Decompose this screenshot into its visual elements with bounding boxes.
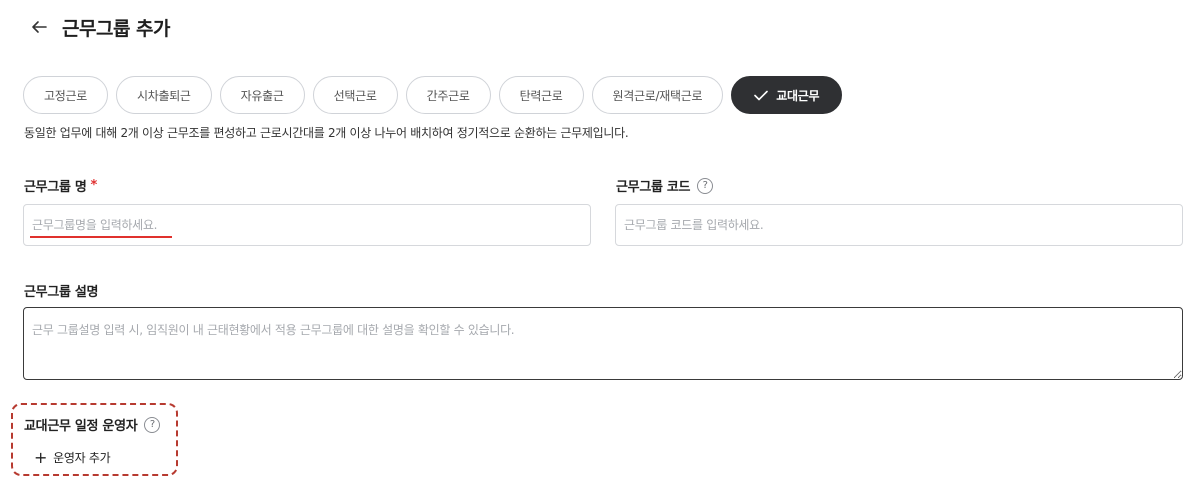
- tab-label: 교대근무: [776, 88, 820, 103]
- back-button[interactable]: [28, 16, 50, 38]
- tab-label: 탄력근로: [519, 88, 563, 103]
- group-code-label-text: 근무그룹 코드: [616, 180, 691, 195]
- operators-label: 교대근무 일정 운영자 ?: [24, 415, 161, 434]
- group-name-input[interactable]: [23, 204, 591, 246]
- group-name-label-text: 근무그룹 명: [24, 180, 87, 195]
- tab-label: 자유출근: [240, 88, 284, 103]
- tab-label: 선택근로: [333, 88, 377, 103]
- plus-icon: +: [34, 447, 48, 467]
- group-name-label: 근무그룹 명 *: [24, 176, 97, 195]
- tab-flexible-work[interactable]: 탄력근로: [498, 76, 584, 114]
- group-code-label: 근무그룹 코드 ?: [616, 176, 714, 195]
- tab-label: 원격근로/재택근로: [612, 88, 703, 103]
- group-code-input[interactable]: [615, 204, 1183, 246]
- arrow-left-icon: [32, 21, 47, 33]
- tab-label: 시차출퇴근: [136, 88, 191, 103]
- tab-fixed-work[interactable]: 고정근로: [23, 76, 108, 114]
- add-operator-label: 운영자 추가: [53, 451, 111, 465]
- add-operator-button[interactable]: + 운영자 추가: [34, 447, 111, 467]
- page-header: 근무그룹 추가: [28, 12, 171, 42]
- tab-label: 고정근로: [44, 88, 87, 103]
- help-icon[interactable]: ?: [144, 416, 161, 433]
- page-title: 근무그룹 추가: [62, 17, 171, 40]
- operators-label-text: 교대근무 일정 운영자: [24, 419, 138, 434]
- group-desc-label: 근무그룹 설명: [24, 281, 98, 300]
- spellcheck-underline: [30, 236, 172, 238]
- tab-free-commute[interactable]: 자유출근: [219, 76, 305, 114]
- tab-description: 동일한 업무에 대해 2개 이상 근무조를 편성하고 근로시간대를 2개 이상 …: [24, 126, 629, 140]
- group-desc-textarea[interactable]: [23, 307, 1183, 380]
- tab-shift-work[interactable]: 교대근무: [731, 76, 843, 114]
- tab-label: 간주근로: [426, 88, 470, 103]
- help-icon[interactable]: ?: [697, 177, 714, 194]
- work-type-tabs: 고정근로 시차출퇴근 자유출근 선택근로 간주근로 탄력근로 원격근로/재택근로…: [23, 76, 843, 114]
- check-icon: [754, 90, 769, 101]
- group-desc-label-text: 근무그룹 설명: [24, 285, 99, 300]
- tab-selective-work[interactable]: 선택근로: [312, 76, 398, 114]
- tab-remote-work[interactable]: 원격근로/재택근로: [591, 76, 724, 114]
- required-mark: *: [90, 178, 98, 193]
- tab-deemed-work[interactable]: 간주근로: [405, 76, 491, 114]
- tab-staggered-commute[interactable]: 시차출퇴근: [115, 76, 212, 114]
